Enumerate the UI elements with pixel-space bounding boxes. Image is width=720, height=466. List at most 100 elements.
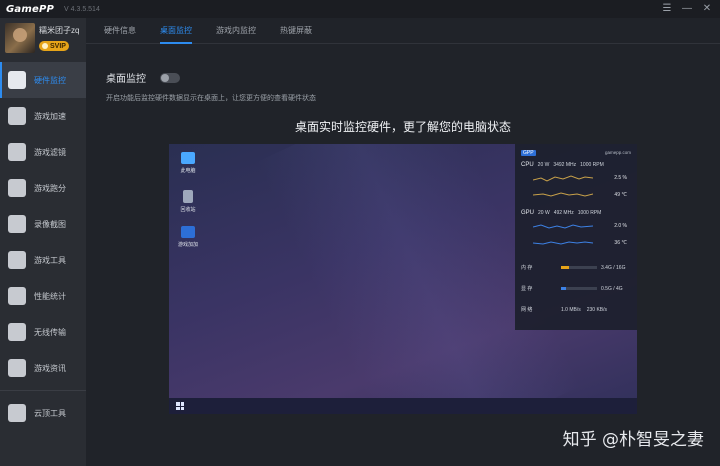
overlay-logo: GPP xyxy=(521,149,536,156)
tab-desktop-monitor[interactable]: 桌面监控 xyxy=(152,18,200,44)
desktop-icon-recycle-bin: 回收站 xyxy=(171,190,205,213)
desktop-monitor-setting: 桌面监控 xyxy=(106,70,180,85)
sidebar-item-game-tools[interactable]: 游戏工具 xyxy=(0,242,86,278)
user-profile[interactable]: 糯米团子zq SVIP xyxy=(0,18,86,60)
setting-description: 开启功能后监控硬件数据显示在桌面上，让您更方便的查看硬件状态 xyxy=(106,95,316,102)
tab-bar: 硬件信息 桌面监控 游戏内监控 热键屏蔽 xyxy=(86,18,720,44)
cpu-usage: 2.5 % xyxy=(614,175,627,181)
gpu-temp-graph: 36 ℃ xyxy=(521,236,631,250)
setting-title: 桌面监控 xyxy=(106,74,146,85)
tab-in-game-monitor[interactable]: 游戏内监控 xyxy=(208,18,264,44)
watermark: 知乎 @朴智旻之妻 xyxy=(562,430,704,450)
vram-bar-fill xyxy=(561,287,566,290)
main-panel: 桌面监控 开启功能后监控硬件数据显示在桌面上，让您更方便的查看硬件状态 桌面实时… xyxy=(86,44,720,466)
network-row: 网 络 1.0 MB/s 230 KB/s xyxy=(521,306,631,314)
gamepp-icon xyxy=(181,226,195,238)
sidebar-item-hardware-monitor[interactable]: 硬件监控 xyxy=(0,62,86,98)
sidebar-item-label: 游戏工具 xyxy=(34,255,66,265)
avatar[interactable] xyxy=(5,23,35,53)
recycle-bin-icon xyxy=(183,190,193,203)
desktop-preview: 此电脑 回收站 游戏加加 GPP gamepp.com CPU 20 W 349… xyxy=(169,144,637,414)
vram-row: 显 存 0.5G / 4G xyxy=(521,285,631,293)
desktop-icon-label: 游戏加加 xyxy=(177,242,198,248)
cpu-temp-graph: 49 ℃ xyxy=(521,188,631,202)
desktop-icon-this-pc: 此电脑 xyxy=(171,152,205,174)
sidebar-item-game-filter[interactable]: 游戏滤镜 xyxy=(0,134,86,170)
svip-badge: SVIP xyxy=(39,41,69,51)
chart-icon xyxy=(8,287,26,305)
close-icon[interactable]: ✕ xyxy=(700,2,714,16)
news-icon xyxy=(8,359,26,377)
network-down: 1.0 MB/s xyxy=(561,306,581,313)
gpu-clock: 492 MHz xyxy=(553,210,574,216)
window-controls: ☰ — ✕ xyxy=(660,2,714,16)
tab-hardware-info[interactable]: 硬件信息 xyxy=(96,18,144,44)
cpu-power: 20 W xyxy=(537,162,550,168)
phone-icon xyxy=(8,323,26,341)
sidebar-item-label: 无线传输 xyxy=(34,327,66,337)
divider xyxy=(0,390,86,391)
vram-value: 0.5G / 4G xyxy=(601,285,623,292)
network-up: 230 KB/s xyxy=(586,306,608,313)
vip-icon xyxy=(42,43,48,49)
cpu-usage-line xyxy=(533,175,593,182)
sidebar-item-wireless-transfer[interactable]: 无线传输 xyxy=(0,314,86,350)
profile-info: 糯米团子zq SVIP xyxy=(39,25,79,54)
filter-icon xyxy=(8,143,26,161)
overlay-site: gamepp.com xyxy=(604,150,631,155)
sidebar-nav: 硬件监控 游戏加速 游戏滤镜 游戏跑分 录像截图 游戏工具 性能统计 无线传输 xyxy=(0,62,86,431)
network-label: 网 络 xyxy=(521,307,533,313)
memory-value: 3.4G / 16G xyxy=(601,264,626,271)
sidebar-item-benchmark[interactable]: 游戏跑分 xyxy=(0,170,86,206)
vram-label: 显 存 xyxy=(521,286,533,292)
minimize-icon[interactable]: — xyxy=(680,2,694,16)
cpu-usage-graph: 2.5 % xyxy=(521,171,631,185)
gpu-power: 20 W xyxy=(538,210,550,216)
feature-headline: 桌面实时监控硬件，更了解您的电脑状态 xyxy=(294,120,511,134)
overlay-header: GPP gamepp.com xyxy=(521,148,631,157)
monitor-overlay: GPP gamepp.com CPU 20 W 3492 MHz 1000 RP… xyxy=(515,144,637,330)
sidebar-item-cloud-tools[interactable]: 云顶工具 xyxy=(0,395,86,431)
sidebar-item-game-news[interactable]: 游戏资讯 xyxy=(0,350,86,386)
sidebar-item-performance-stats[interactable]: 性能统计 xyxy=(0,278,86,314)
sidebar-item-label: 性能统计 xyxy=(34,291,66,301)
gpu-usage: 2.0 % xyxy=(614,223,627,229)
menu-icon[interactable]: ☰ xyxy=(660,2,674,16)
tab-hotkey-block[interactable]: 热键屏蔽 xyxy=(272,18,320,44)
monitor-icon xyxy=(8,71,26,89)
memory-label: 内 存 xyxy=(521,265,533,271)
gpu-usage-graph: 2.0 % xyxy=(521,219,631,233)
cpu-temp-line xyxy=(533,192,593,197)
computer-icon xyxy=(181,152,195,164)
app-version: V 4.3.5.514 xyxy=(64,5,100,13)
desktop-icon-label: 此电脑 xyxy=(180,168,196,174)
sidebar-item-label: 游戏跑分 xyxy=(34,183,66,193)
sidebar: 糯米团子zq SVIP 硬件监控 游戏加速 游戏滤镜 游戏跑分 录像截图 游戏工… xyxy=(0,18,86,466)
gpu-fan: 1000 RPM xyxy=(577,210,602,216)
toggle-knob xyxy=(161,73,169,82)
gpu-label: GPU xyxy=(521,210,535,216)
title-bar: GamePP V 4.3.5.514 ☰ — ✕ xyxy=(0,0,720,18)
gpu-usage-line xyxy=(533,224,593,229)
svip-label: SVIP xyxy=(50,42,66,50)
toolbox-icon xyxy=(8,251,26,269)
cpu-label: CPU xyxy=(521,162,534,168)
cloud-tool-icon xyxy=(8,404,26,422)
sidebar-item-game-boost[interactable]: 游戏加速 xyxy=(0,98,86,134)
sidebar-item-label: 游戏滤镜 xyxy=(34,147,66,157)
sidebar-item-recording[interactable]: 录像截图 xyxy=(0,206,86,242)
memory-bar xyxy=(561,266,597,269)
camera-icon xyxy=(8,215,26,233)
cpu-temp: 49 ℃ xyxy=(614,192,627,198)
cpu-fan: 1000 RPM xyxy=(580,162,604,168)
sidebar-item-label: 录像截图 xyxy=(34,219,66,229)
app-logo: GamePP xyxy=(6,3,55,15)
vram-bar xyxy=(561,287,597,290)
sidebar-item-label: 云顶工具 xyxy=(34,408,66,418)
gpu-row: GPU 20 W 492 MHz 1000 RPM xyxy=(521,210,631,216)
gpu-temp-line xyxy=(533,241,593,245)
speedometer-icon xyxy=(8,179,26,197)
cpu-clock: 3492 MHz xyxy=(553,162,577,168)
desktop-monitor-toggle[interactable] xyxy=(160,72,180,83)
taskbar xyxy=(169,398,637,414)
